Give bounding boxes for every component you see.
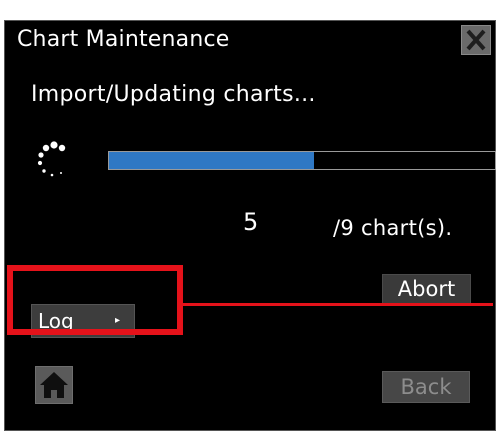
dialog-title: Chart Maintenance (17, 27, 230, 52)
status-message: Import/Updating charts... (31, 82, 316, 107)
title-bar: Chart Maintenance (5, 21, 495, 65)
close-button[interactable] (461, 25, 491, 55)
charts-processed-count: 5 (243, 208, 259, 236)
abort-button[interactable]: Abort (382, 274, 471, 304)
callout-highlight-box (7, 265, 183, 335)
charts-total-label: /9 chart(s). (333, 216, 453, 240)
home-button[interactable] (35, 366, 73, 404)
close-icon (466, 29, 486, 51)
callout-leader-line (183, 303, 493, 306)
progress-bar-fill (109, 152, 314, 169)
progress-bar (108, 151, 496, 170)
home-icon (40, 372, 68, 398)
back-button[interactable]: Back (382, 371, 470, 403)
chart-maintenance-dialog: Chart Maintenance Import/Updating charts… (4, 20, 496, 431)
loading-spinner-icon (35, 140, 75, 180)
